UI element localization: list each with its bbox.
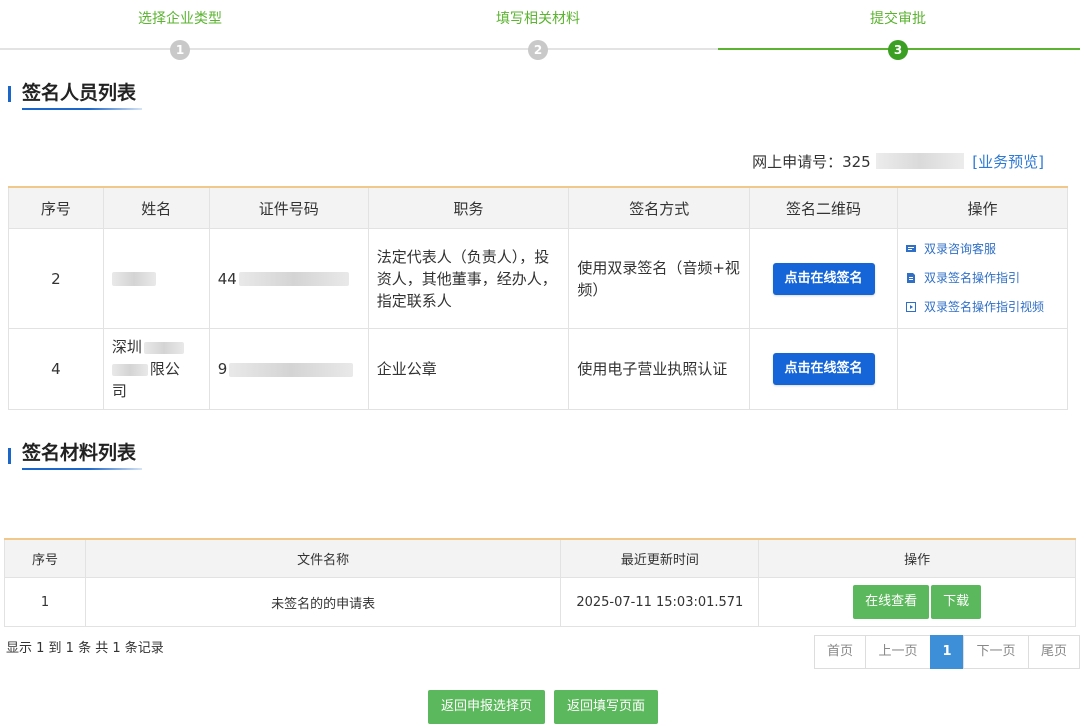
row-role: 法定代表人（负责人），投资人，其他董事，经办人，指定联系人 — [367, 228, 570, 329]
records-summary: 显示 1 到 1 条 共 1 条记录 — [6, 641, 164, 656]
bottom-actions: 返回申报选择页 返回填写页面 — [427, 690, 659, 724]
row-seq: 4 — [8, 328, 104, 410]
material-ops: 在线查看 下载 — [758, 577, 1076, 627]
blurred-name — [111, 272, 156, 286]
row-method: 使用双录签名（音频+视频） — [568, 228, 751, 329]
section-bar — [8, 86, 11, 102]
company-name-part-2: 限公 — [149, 360, 180, 378]
next-page-button[interactable]: 下一页 — [963, 635, 1029, 669]
step-3: 提交审批 3 — [718, 0, 1078, 60]
col-role: 职务 — [367, 186, 570, 229]
col-seq: 序号 — [8, 186, 104, 229]
row-qrcode-cell: 点击在线签名 — [749, 328, 898, 410]
first-page-button[interactable]: 首页 — [814, 635, 866, 669]
col-name: 姓名 — [102, 186, 210, 229]
id-prefix: 44 — [217, 269, 237, 288]
step-1-number: 1 — [170, 40, 190, 60]
blurred-name-2 — [111, 363, 148, 376]
sign-guide-link[interactable]: 双录签名操作指引 — [906, 264, 1059, 293]
row-qrcode-cell: 点击在线签名 — [749, 228, 898, 329]
section-underline — [22, 108, 142, 110]
col-updated: 最近更新时间 — [560, 538, 760, 578]
row-seq: 2 — [8, 228, 104, 329]
col-ops: 操作 — [758, 538, 1076, 578]
sign-guide-video-link[interactable]: 双录签名操作指引视频 — [905, 293, 1059, 322]
apply-number-label: 网上申请号：325 — [752, 153, 871, 171]
table-row: 2 44 法定代表人（负责人），投资人，其他董事，经办人，指定联系人 使用双录签… — [8, 228, 1069, 329]
pagination: 首页 上一页 1 下一页 尾页 — [814, 635, 1080, 669]
online-sign-button[interactable]: 点击在线签名 — [772, 262, 875, 295]
step-2-label: 填写相关材料 — [496, 11, 580, 27]
last-page-button[interactable]: 尾页 — [1028, 635, 1080, 669]
sign-guide-label: 双录签名操作指引 — [923, 271, 1020, 285]
id-prefix: 9 — [217, 360, 228, 378]
row-name — [102, 228, 210, 329]
col-id: 证件号码 — [208, 186, 369, 229]
col-file-name: 文件名称 — [84, 538, 562, 578]
col-qrcode: 签名二维码 — [749, 186, 898, 229]
row-method: 使用电子营业执照认证 — [568, 328, 751, 410]
blurred-id — [238, 272, 349, 286]
document-icon — [906, 273, 915, 283]
step-3-label: 提交审批 — [870, 11, 926, 27]
blurred-id — [229, 362, 354, 377]
business-preview-link[interactable]: [业务预览] — [972, 153, 1044, 171]
view-online-button[interactable]: 在线查看 — [853, 585, 930, 619]
section-bar — [8, 448, 11, 464]
online-sign-button[interactable]: 点击在线签名 — [772, 353, 875, 385]
prev-page-button[interactable]: 上一页 — [865, 635, 931, 669]
row-id: 44 — [208, 228, 369, 329]
col-ops: 操作 — [896, 186, 1069, 229]
consult-service-link[interactable]: 双录咨询客服 — [905, 235, 1059, 264]
material-updated: 2025-07-11 15:03:01.571 — [560, 577, 760, 627]
table-row: 4 深圳 限公 司 9 企业公章 使用电子营业执照认证 点击在线签名 — [8, 328, 1069, 410]
signers-title-text: 签名人员列表 — [22, 82, 137, 104]
back-to-selection-button[interactable]: 返回申报选择页 — [428, 690, 546, 724]
material-seq: 1 — [4, 577, 86, 627]
video-icon — [905, 302, 916, 312]
signers-header-row: 序号 姓名 证件号码 职务 签名方式 签名二维码 操作 — [8, 186, 1069, 229]
company-name-part-3: 司 — [111, 382, 127, 400]
signers-table: 序号 姓名 证件号码 职务 签名方式 签名二维码 操作 2 44 法定代表人（负… — [8, 186, 1069, 410]
table-row: 1 未签名的的申请表 2025-07-11 15:03:01.571 在线查看下… — [4, 577, 1076, 627]
page-1-button[interactable]: 1 — [930, 635, 964, 669]
row-ops: 双录咨询客服 双录签名操作指引 双录签名操作指引视频 — [896, 228, 1069, 329]
masked-apply-number — [875, 153, 964, 169]
materials-title-text: 签名材料列表 — [22, 442, 137, 464]
col-seq: 序号 — [4, 538, 86, 578]
apply-number: 网上申请号：325 [业务预览] — [752, 151, 1044, 172]
section-underline — [22, 468, 142, 470]
row-ops — [896, 328, 1069, 410]
step-line-pending — [0, 48, 718, 50]
materials-table: 序号 文件名称 最近更新时间 操作 1 未签名的的申请表 2025-07-11 … — [4, 538, 1076, 627]
sign-guide-video-label: 双录签名操作指引视频 — [923, 300, 1044, 314]
material-file-name: 未签名的的申请表 — [84, 577, 562, 627]
step-1-label: 选择企业类型 — [138, 11, 222, 27]
col-method: 签名方式 — [568, 186, 751, 229]
step-1: 选择企业类型 1 — [0, 0, 360, 60]
row-name: 深圳 限公 司 — [102, 328, 210, 410]
row-id: 9 — [208, 328, 369, 410]
chat-icon — [905, 245, 916, 252]
blurred-name-1 — [143, 341, 184, 354]
consult-service-label: 双录咨询客服 — [923, 242, 996, 256]
back-to-form-button[interactable]: 返回填写页面 — [554, 690, 659, 724]
materials-header-row: 序号 文件名称 最近更新时间 操作 — [4, 538, 1076, 578]
step-2: 填写相关材料 2 — [358, 0, 718, 60]
step-3-number: 3 — [888, 40, 908, 60]
step-2-number: 2 — [528, 40, 548, 60]
company-name-part-1: 深圳 — [111, 338, 142, 356]
progress-steps: 选择企业类型 1 填写相关材料 2 提交审批 3 — [0, 0, 1080, 64]
row-role: 企业公章 — [367, 328, 570, 410]
download-button[interactable]: 下载 — [931, 585, 982, 619]
